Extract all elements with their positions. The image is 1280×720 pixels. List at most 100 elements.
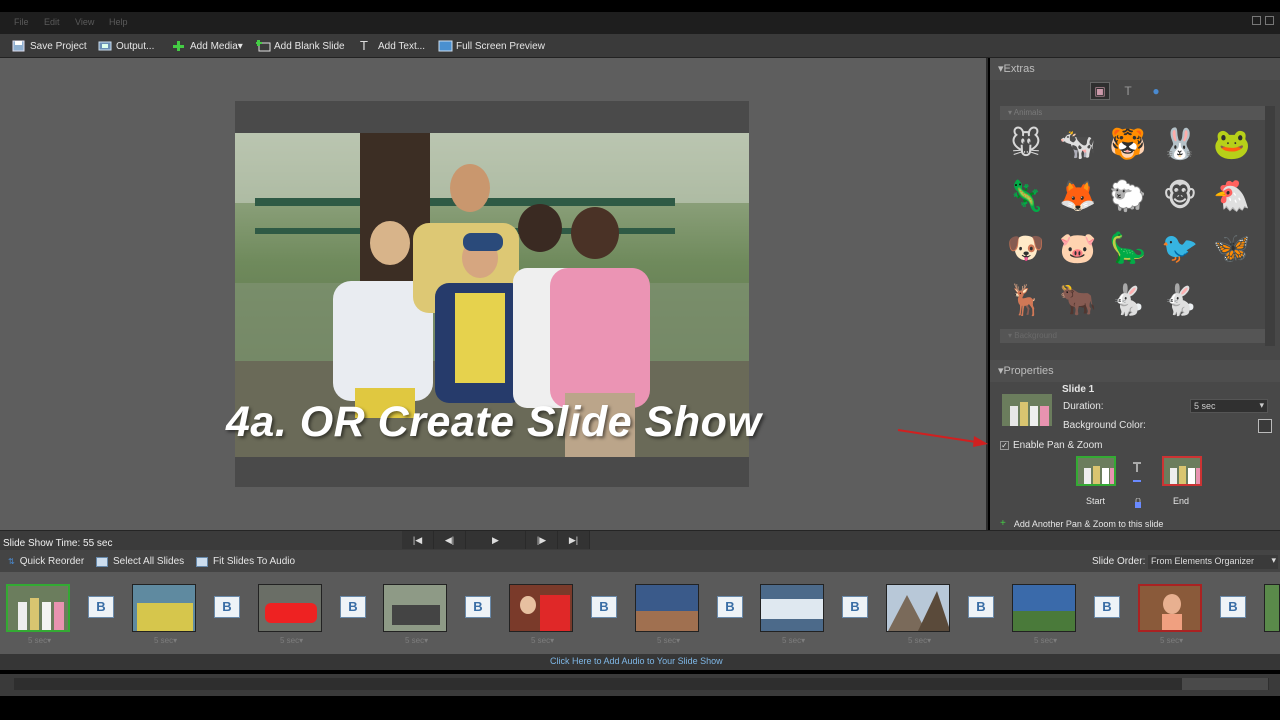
go-to-end-icon[interactable]: ▶| (558, 531, 590, 549)
clip-duration[interactable]: 5 sec▾ (908, 636, 931, 645)
menu-file[interactable]: File (14, 17, 29, 27)
background-section-header[interactable]: ▾ Background (1000, 329, 1265, 343)
dog-graphic[interactable]: 🐶 (1006, 228, 1046, 268)
mouse-graphic[interactable]: 🐭 (1006, 124, 1046, 164)
output-button[interactable]: Output... (98, 38, 154, 54)
extras-scrollbar[interactable] (1265, 106, 1275, 346)
play-icon[interactable]: ▶ (466, 531, 526, 549)
clip-duration[interactable]: 5 sec▾ (1034, 636, 1057, 645)
transition-6[interactable]: B (717, 596, 743, 618)
transition-8[interactable]: B (968, 596, 994, 618)
cow-graphic[interactable]: 🐄 (1058, 124, 1098, 164)
text-tab-icon[interactable]: T (1118, 82, 1138, 100)
scrollbar-thumb[interactable] (1182, 678, 1268, 690)
butterfly-graphic[interactable]: 🦋 (1212, 228, 1252, 268)
go-to-start-icon[interactable]: |◀ (402, 531, 434, 549)
lock-icon[interactable] (1134, 497, 1142, 508)
slide-clip-2[interactable] (132, 584, 196, 632)
bunny-graphic[interactable]: 🐇 (1160, 280, 1200, 320)
slide-order-select[interactable]: From Elements Organizer ▾ (1148, 555, 1278, 569)
slide-clip-8[interactable] (886, 584, 950, 632)
slide-clip-10[interactable] (1138, 584, 1202, 632)
clip-duration[interactable]: 5 sec▾ (28, 636, 51, 645)
transition-5[interactable]: B (591, 596, 617, 618)
sheep-graphic[interactable]: 🐑 (1108, 176, 1148, 216)
pan-zoom-start-thumb[interactable] (1076, 456, 1116, 486)
clip-duration[interactable]: 5 sec▾ (280, 636, 303, 645)
fox-graphic[interactable]: 🦊 (1058, 176, 1098, 216)
full-screen-preview-button[interactable]: Full Screen Preview (438, 38, 545, 54)
slide-clip-9[interactable] (1012, 584, 1076, 632)
quick-reorder-button[interactable]: ⇅ Quick Reorder (8, 556, 84, 567)
background-color-swatch[interactable] (1258, 419, 1272, 433)
menu-bar: File Edit View Help (0, 12, 1280, 34)
clip-duration[interactable]: 5 sec▾ (657, 636, 680, 645)
slide-clip-6[interactable] (635, 584, 699, 632)
deer-graphic[interactable]: 🦌 (1006, 280, 1046, 320)
clip-duration[interactable]: 5 sec▾ (531, 636, 554, 645)
transition-9[interactable]: B (1094, 596, 1120, 618)
animals-section-header[interactable]: ▾ Animals (1000, 106, 1265, 120)
lizard-graphic[interactable]: 🦎 (1006, 176, 1046, 216)
slide-thumbnail (1002, 394, 1052, 426)
clip-duration[interactable]: 5 sec▾ (782, 636, 805, 645)
menu-view[interactable]: View (75, 17, 94, 27)
transition-4[interactable]: B (465, 596, 491, 618)
slide-clip-11[interactable] (1264, 584, 1280, 632)
scrollbar-track[interactable] (14, 678, 1269, 690)
bgcolor-label: Background Color: (1063, 420, 1146, 431)
slide-clip-7[interactable] (760, 584, 824, 632)
menu-edit[interactable]: Edit (44, 17, 60, 27)
transition-2[interactable]: B (214, 596, 240, 618)
tiger-graphic[interactable]: 🐯 (1108, 124, 1148, 164)
plus-icon (172, 40, 186, 52)
add-media-button[interactable]: Add Media▾ (172, 38, 243, 54)
add-audio-link[interactable]: Click Here to Add Audio to Your Slide Sh… (550, 656, 723, 666)
add-text-button[interactable]: T Add Text... (360, 38, 425, 54)
swap-icon[interactable] (1132, 460, 1142, 486)
fit-slides-to-audio-button[interactable]: Fit Slides To Audio (196, 556, 295, 567)
enable-pan-zoom-checkbox[interactable]: ✓ Enable Pan & Zoom (1000, 440, 1103, 451)
animal-graphics-grid: 🐭 🐄 🐯 🐰 🐸 🦎 🦊 🐑 🐵 🐔 🐶 🐷 🦕 🐦 🦋 🦌 🐂 🐇 🐇 (1004, 124, 1254, 384)
next-icon[interactable]: |▶ (526, 531, 558, 549)
save-project-button[interactable]: Save Project (12, 38, 87, 54)
slide-clip-3[interactable] (258, 584, 322, 632)
chicken-graphic[interactable]: 🐔 (1212, 176, 1252, 216)
previous-icon[interactable]: ◀| (434, 531, 466, 549)
slide-name: Slide 1 (1062, 384, 1095, 395)
checkmark-icon: ✓ (1000, 441, 1009, 450)
close-icon[interactable] (1265, 16, 1274, 25)
graphics-tab-icon[interactable]: ▣ (1090, 82, 1110, 100)
clip-duration[interactable]: 5 sec▾ (154, 636, 177, 645)
slide-clip-1[interactable] (6, 584, 70, 632)
menu-help[interactable]: Help (109, 17, 128, 27)
restore-icon[interactable] (1252, 16, 1261, 25)
add-another-pan-zoom-button[interactable]: + Add Another Pan & Zoom to this slide (1000, 518, 1163, 529)
window-controls (1252, 16, 1274, 25)
extras-header[interactable]: ▾Extras (990, 58, 1280, 80)
pan-zoom-end-thumb[interactable] (1162, 456, 1202, 486)
end-label: End (1173, 496, 1190, 506)
dinosaur-graphic[interactable]: 🦕 (1108, 228, 1148, 268)
properties-header[interactable]: ▾Properties (990, 360, 1280, 382)
transition-3[interactable]: B (340, 596, 366, 618)
rabbit-graphic[interactable]: 🐰 (1160, 124, 1200, 164)
slide-clip-4[interactable] (383, 584, 447, 632)
narration-tab-icon[interactable]: ● (1146, 82, 1166, 100)
monkey-graphic[interactable]: 🐵 (1160, 176, 1200, 216)
add-blank-slide-button[interactable]: Add Blank Slide (256, 38, 345, 54)
transition-10[interactable]: B (1220, 596, 1246, 618)
pig-graphic[interactable]: 🐷 (1058, 228, 1098, 268)
clip-duration[interactable]: 5 sec▾ (405, 636, 428, 645)
transition-1[interactable]: B (88, 596, 114, 618)
bird-graphic[interactable]: 🐦 (1160, 228, 1200, 268)
select-all-slides-button[interactable]: Select All Slides (96, 556, 184, 567)
ox-graphic[interactable]: 🐂 (1058, 280, 1098, 320)
transition-7[interactable]: B (842, 596, 868, 618)
duration-select[interactable]: 5 sec ▾ (1190, 399, 1268, 413)
frog-graphic[interactable]: 🐸 (1212, 124, 1252, 164)
slide-clip-5[interactable] (509, 584, 573, 632)
slide-order-label: Slide Order: (1092, 556, 1146, 567)
hare-graphic[interactable]: 🐇 (1108, 280, 1148, 320)
clip-duration[interactable]: 5 sec▾ (1160, 636, 1183, 645)
